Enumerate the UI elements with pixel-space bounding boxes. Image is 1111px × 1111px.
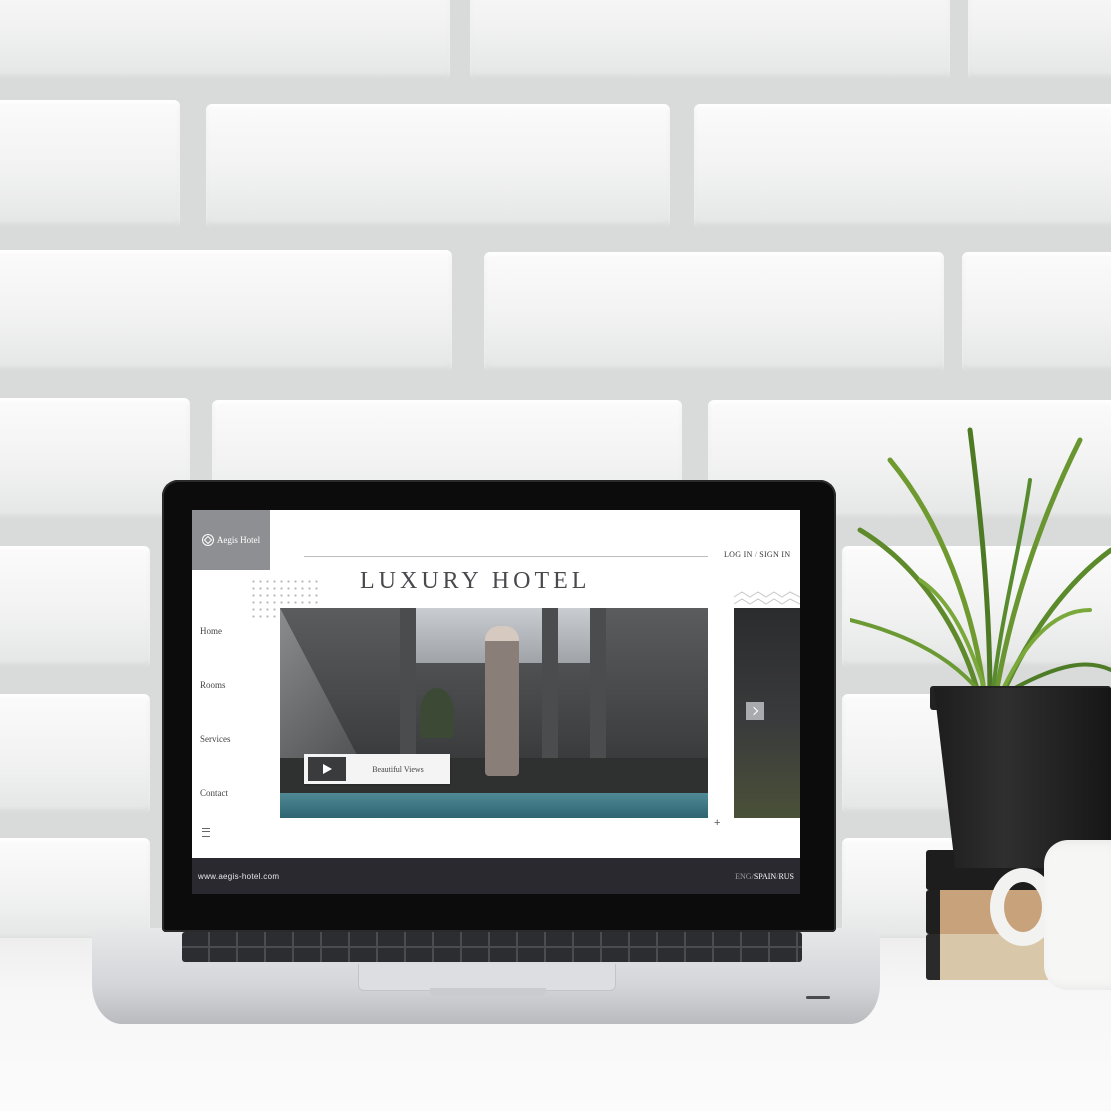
site-logo[interactable]: Aegis Hotel	[192, 510, 270, 570]
next-slide-button[interactable]	[746, 702, 764, 720]
zigzag-decoration	[734, 591, 800, 605]
log-in-link[interactable]: LOG IN	[724, 550, 753, 559]
nav-item-services[interactable]: Services	[200, 734, 231, 744]
lang-rus[interactable]: RUS	[778, 872, 794, 881]
laptop-trackpad	[358, 964, 616, 991]
auth-separator: /	[754, 550, 758, 559]
laptop-screen: Aegis Hotel LOG IN / SIGN IN LUXURY HOTEL …	[192, 510, 800, 894]
sign-in-link[interactable]: SIGN IN	[759, 550, 790, 559]
hamburger-icon[interactable]	[202, 828, 210, 837]
video-card[interactable]: Beautiful Views	[304, 754, 450, 784]
language-switcher: ENG/SPAIN/RUS	[735, 872, 794, 881]
next-slide-preview	[734, 608, 800, 818]
nav-item-home[interactable]: Home	[200, 626, 222, 636]
lang-spain[interactable]: SPAIN	[754, 872, 776, 881]
nav-item-rooms[interactable]: Rooms	[200, 680, 226, 690]
play-icon[interactable]	[323, 764, 332, 774]
hero-image	[280, 608, 708, 818]
header-divider	[304, 556, 708, 557]
lang-eng[interactable]: ENG	[735, 872, 751, 881]
nav-item-contact[interactable]: Contact	[200, 788, 228, 798]
auth-links: LOG IN / SIGN IN	[724, 550, 790, 559]
plant-leaves	[850, 427, 1111, 703]
laptop-notch	[430, 988, 546, 996]
site-footer: www.aegis-hotel.com ENG/SPAIN/RUS	[192, 858, 800, 894]
laptop-keyboard	[182, 932, 802, 962]
chevron-right-icon	[749, 706, 759, 716]
page-title: LUXURY HOTEL	[360, 568, 591, 594]
hexagon-logo-icon	[201, 534, 214, 546]
footer-url[interactable]: www.aegis-hotel.com	[198, 872, 279, 881]
coffee-mug	[1044, 840, 1111, 990]
brand-name: Aegis Hotel	[216, 535, 261, 545]
video-label: Beautiful Views	[372, 764, 424, 774]
video-thumbnail[interactable]	[308, 757, 346, 781]
plus-icon[interactable]: +	[714, 818, 720, 829]
laptop-indicator-light	[806, 996, 830, 999]
